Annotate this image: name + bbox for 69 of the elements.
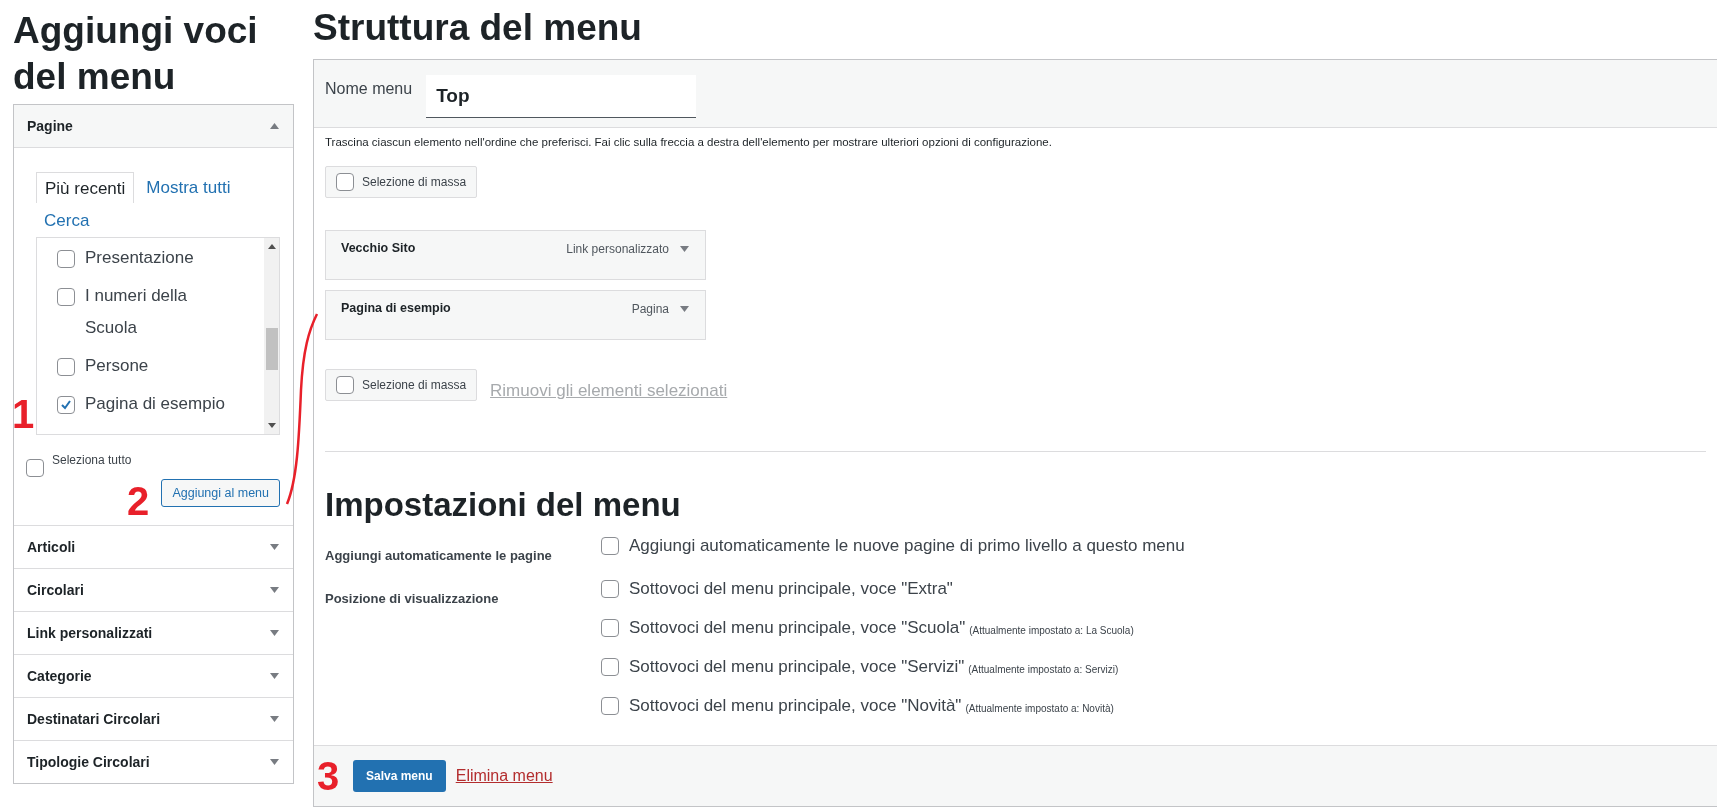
menu-name-label: Nome menu bbox=[325, 79, 413, 98]
bulk-select-button[interactable]: Selezione di massa bbox=[325, 166, 478, 198]
checkbox[interactable] bbox=[26, 459, 44, 477]
menu-item-title: Pagina di esempio bbox=[341, 301, 451, 315]
scroll-down-icon[interactable] bbox=[267, 423, 276, 428]
select-all-label: Seleziona tutto bbox=[52, 453, 132, 467]
checkbox[interactable] bbox=[601, 697, 619, 715]
checkbox[interactable] bbox=[57, 396, 75, 414]
menu-item-bar[interactable]: Vecchio Sito Link personalizzato bbox=[325, 230, 706, 280]
accordion-header[interactable]: Tipologie Circolari bbox=[14, 740, 293, 783]
option-label: Sottovoci del menu principale, voce "Scuola" bbox=[629, 618, 966, 638]
caret-icon bbox=[270, 544, 279, 550]
option-note: (Attualmente impostato a: Servizi) bbox=[968, 663, 1119, 675]
tab[interactable]: Mostra tutti bbox=[138, 172, 239, 203]
settings-title: Impostazioni del menu bbox=[325, 486, 682, 524]
delete-menu-link[interactable]: Elimina menu bbox=[455, 767, 553, 785]
checkbox[interactable] bbox=[57, 288, 75, 306]
scrollbar-thumb[interactable] bbox=[265, 328, 278, 370]
checkbox[interactable] bbox=[57, 358, 75, 376]
option-note: (Attualmente impostato a: La Scuola) bbox=[969, 624, 1134, 636]
caret-icon[interactable] bbox=[680, 306, 689, 312]
add-to-menu-button[interactable]: Aggiungi al menu bbox=[161, 479, 280, 507]
section-title: Struttura del menu bbox=[313, 8, 643, 48]
caret-icon bbox=[270, 716, 279, 722]
accordion-header[interactable]: Destinatari Circolari bbox=[14, 697, 293, 740]
caret-icon bbox=[270, 673, 279, 679]
page-label: Presentazione bbox=[85, 247, 194, 269]
instructions-text: Trascina ciascun elemento nell'ordine che preferisci. Fai clic sulla freccia a destra dell'elemento per mostrare ulteriori opzioni di configurazione. bbox=[325, 136, 1053, 148]
tab[interactable]: Cerca bbox=[36, 205, 98, 235]
page-label: I numeri della Scuola bbox=[85, 285, 189, 339]
menu-name-field[interactable]: Top bbox=[426, 75, 697, 118]
option-note: (Attualmente impostato a: Novità) bbox=[965, 702, 1114, 714]
checkbox[interactable] bbox=[601, 619, 619, 637]
menu-item-type: Link personalizzato bbox=[566, 242, 669, 256]
step-number: 2 bbox=[127, 481, 150, 521]
caret-icon[interactable] bbox=[680, 246, 689, 252]
accordion-header[interactable]: Articoli bbox=[14, 525, 293, 568]
scroll-up-icon[interactable] bbox=[267, 244, 276, 249]
option-label: Sottovoci del menu principale, voce "Novità" bbox=[629, 696, 962, 716]
accordion-header[interactable]: Link personalizzati bbox=[14, 611, 293, 654]
step-number: 3 bbox=[317, 756, 340, 796]
checkbox[interactable] bbox=[601, 580, 619, 598]
accordion-header[interactable]: Categorie bbox=[14, 654, 293, 697]
bulk-select-button[interactable]: Selezione di massa bbox=[325, 369, 478, 401]
menu-item-title: Vecchio Sito bbox=[341, 241, 416, 255]
option-label: Sottovoci del menu principale, voce "Servizi" bbox=[629, 657, 965, 677]
checkbox[interactable] bbox=[601, 537, 619, 555]
scrollbar[interactable] bbox=[264, 238, 279, 434]
checkbox[interactable] bbox=[57, 250, 75, 268]
save-menu-button[interactable]: Salva menu bbox=[353, 760, 446, 792]
page-label: Persone bbox=[85, 355, 149, 377]
accordion-header[interactable]: Pagine bbox=[14, 105, 293, 148]
menu-item-type: Pagina bbox=[631, 302, 669, 316]
caret-icon bbox=[270, 630, 279, 636]
section-title: Aggiungi voci del menu bbox=[13, 9, 259, 99]
caret-icon bbox=[270, 123, 279, 129]
checkmark-icon bbox=[59, 398, 73, 412]
caret-icon bbox=[270, 759, 279, 765]
menu-item-bar[interactable]: Pagina di esempio Pagina bbox=[325, 290, 706, 340]
checkbox[interactable] bbox=[601, 658, 619, 676]
option-label: Aggiungi automaticamente le nuove pagine di primo livello a questo menu bbox=[629, 536, 1185, 556]
setting-label: Aggiungi automaticamente le pagine bbox=[325, 547, 553, 563]
tab[interactable]: Più recenti bbox=[36, 172, 135, 203]
setting-label: Posizione di visualizzazione bbox=[325, 590, 500, 608]
step-number: 1 bbox=[12, 394, 35, 434]
option-label: Sottovoci del menu principale, voce "Extra" bbox=[629, 579, 953, 599]
accordion-header[interactable]: Circolari bbox=[14, 568, 293, 611]
caret-icon bbox=[270, 587, 279, 593]
page-label: Pagina di esempio bbox=[85, 393, 225, 415]
